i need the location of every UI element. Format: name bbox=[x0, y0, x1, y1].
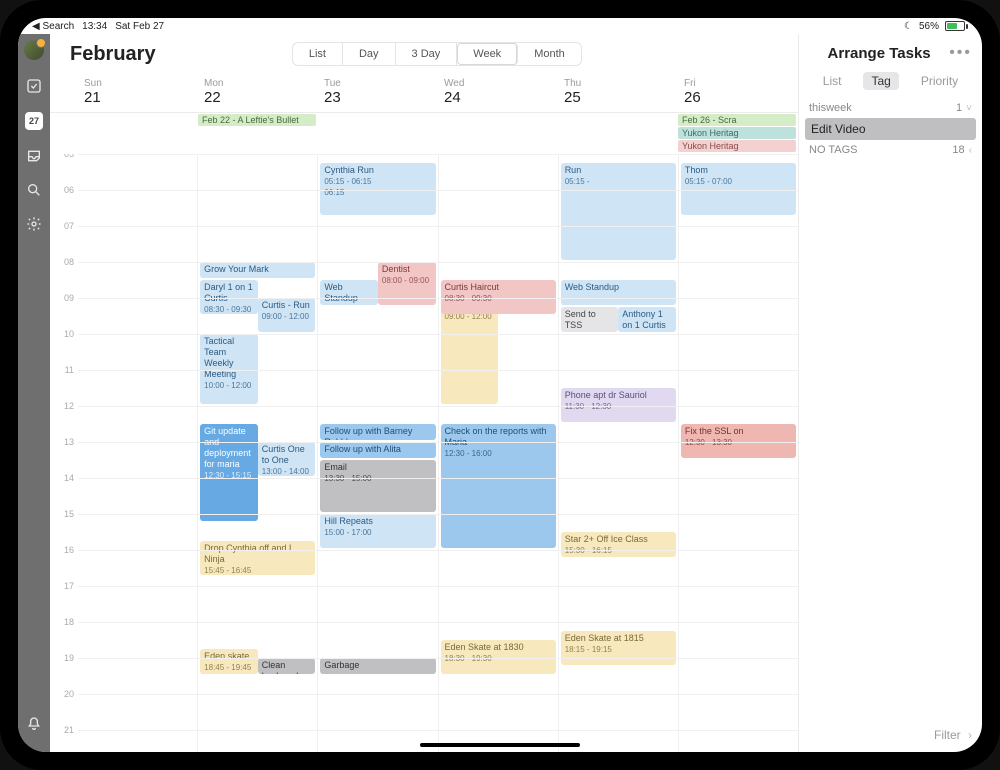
battery-pct: 56% bbox=[919, 21, 939, 32]
calendar-event[interactable]: Garbage bbox=[320, 658, 435, 674]
calendar-event[interactable]: Eden skate18:45 - 19:45 bbox=[200, 649, 258, 674]
calendar-event[interactable]: Thom05:15 - 07:00 bbox=[681, 163, 796, 215]
chevron-right-icon: › bbox=[968, 728, 972, 742]
task-item[interactable]: Edit Video bbox=[805, 118, 976, 140]
moon-icon: ☾ bbox=[904, 21, 913, 32]
calendar-event[interactable]: Run05:15 - bbox=[561, 163, 676, 260]
calendar-event[interactable]: Git update and deployment for maria12:30… bbox=[200, 424, 258, 521]
calendar-event[interactable]: Web Standup bbox=[320, 280, 378, 305]
allday-event[interactable]: Feb 22 - A Leftie's Bullet bbox=[198, 114, 316, 126]
calendar-event[interactable]: Curtis One to One13:00 - 14:00 bbox=[258, 442, 316, 476]
day-header[interactable]: Tue23 bbox=[318, 74, 438, 112]
calendar-event[interactable]: Follow up with Alita bbox=[320, 442, 435, 458]
calendar-grid[interactable]: 0506070809101112131415161718192021 Grow … bbox=[50, 154, 798, 752]
calendar-event[interactable]: Fix the SSL on12:30 - 13:30 bbox=[681, 424, 796, 458]
day-header[interactable]: Fri26 bbox=[678, 74, 798, 112]
gear-icon[interactable] bbox=[26, 216, 42, 232]
calendar-event[interactable]: Clean backyard bbox=[258, 658, 316, 674]
calendar-event[interactable]: Phone apt dr Sauriol11:30 - 12:30 bbox=[561, 388, 676, 422]
day-header[interactable]: Mon22 bbox=[198, 74, 318, 112]
calendar-event[interactable]: Eden Skate at 183018:30 - 19:30 bbox=[441, 640, 556, 674]
view-week[interactable]: Week bbox=[457, 43, 518, 65]
status-date: Sat Feb 27 bbox=[115, 21, 164, 32]
calendar-event[interactable]: Email13:30 - 15:00 bbox=[320, 460, 435, 512]
view-segmented: List Day 3 Day Week Month bbox=[292, 42, 582, 66]
status-time: 13:34 bbox=[82, 21, 107, 32]
calendar-event[interactable]: Grow Your Mark bbox=[200, 262, 315, 278]
arrange-panel: Arrange Tasks ••• List Tag Priority this… bbox=[798, 34, 982, 752]
day-header[interactable]: Wed24 bbox=[438, 74, 558, 112]
battery-icon bbox=[945, 21, 968, 31]
calendar-event[interactable]: Hill Repeats15:00 - 17:00 bbox=[320, 514, 435, 548]
tab-list[interactable]: List bbox=[815, 72, 850, 90]
allday-event[interactable]: Feb 26 - Scra bbox=[678, 114, 796, 126]
inbox-icon[interactable] bbox=[26, 148, 42, 164]
filter-button[interactable]: Filter bbox=[934, 728, 961, 742]
tag-group-header[interactable]: thisweek1˅ bbox=[799, 98, 982, 118]
page-title: February bbox=[70, 43, 156, 66]
day-header[interactable]: Sun21 bbox=[78, 74, 198, 112]
calendar-event[interactable]: Daryl 1 on 1 Curtis08:30 - 09:30 bbox=[200, 280, 258, 314]
more-icon[interactable]: ••• bbox=[949, 44, 972, 62]
view-list[interactable]: List bbox=[293, 43, 343, 65]
calendar-event[interactable]: Star 2+ Off Ice Class15:30 - 16:15 bbox=[561, 532, 676, 557]
calendar-event[interactable]: Curtis - Run09:00 - 12:00 bbox=[258, 298, 316, 332]
calendar-event[interactable]: Cynthia Run05:15 - 06:1506:15 bbox=[320, 163, 435, 215]
calendar-event[interactable]: Follow up with Barney Rubble bbox=[320, 424, 435, 440]
home-indicator bbox=[420, 743, 580, 747]
arrange-title: Arrange Tasks bbox=[809, 45, 949, 62]
calendar-event[interactable]: Drop Cynthia off and L Ninja15:45 - 16:4… bbox=[200, 541, 315, 575]
allday-event[interactable]: Yukon Heritag bbox=[678, 140, 796, 152]
calendar-event[interactable]: Curtis Haircut08:30 - 09:30 bbox=[441, 280, 556, 314]
calendar-event[interactable]: Send to TSS bbox=[561, 307, 619, 332]
calendar-event[interactable]: Web Standup bbox=[561, 280, 676, 305]
bell-icon[interactable] bbox=[26, 716, 42, 732]
tab-tag[interactable]: Tag bbox=[863, 72, 898, 90]
avatar[interactable] bbox=[24, 40, 44, 60]
tab-priority[interactable]: Priority bbox=[913, 72, 966, 90]
day-headers: Sun21Mon22Tue23Wed24Thu25Fri26 bbox=[50, 74, 798, 113]
calendar-event[interactable]: Eden Skate at 181518:15 - 19:15 bbox=[561, 631, 676, 665]
status-bar: ◀ Search 13:34 Sat Feb 27 ☾ 56% bbox=[18, 18, 982, 34]
calendar-event[interactable]: Tactical Team Weekly Meeting10:00 - 12:0… bbox=[200, 334, 258, 404]
calendar-icon[interactable]: 27 bbox=[25, 112, 43, 130]
view-day[interactable]: Day bbox=[343, 43, 396, 65]
day-header[interactable]: Thu25 bbox=[558, 74, 678, 112]
calendar-event[interactable]: Anthony 1 on 1 Curtis bbox=[618, 307, 676, 332]
checkbox-icon[interactable] bbox=[26, 78, 42, 94]
tag-group-header[interactable]: NO TAGS18‹ bbox=[799, 140, 982, 160]
search-icon[interactable] bbox=[26, 182, 42, 198]
breadcrumb-back[interactable]: ◀ Search bbox=[32, 21, 74, 32]
allday-event[interactable]: Yukon Heritag bbox=[678, 127, 796, 139]
view-3day[interactable]: 3 Day bbox=[396, 43, 458, 65]
nav-rail: 27 bbox=[18, 34, 50, 752]
view-month[interactable]: Month bbox=[518, 43, 581, 65]
allday-row: Feb 22 - A Leftie's BulletFeb 26 - ScraY… bbox=[50, 113, 798, 154]
